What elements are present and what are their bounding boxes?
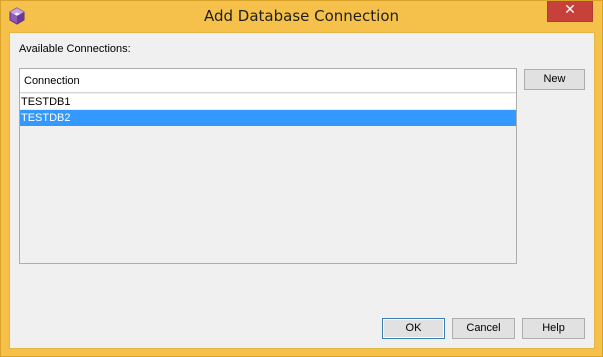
new-button[interactable]: New — [524, 69, 585, 90]
help-button[interactable]: Help — [522, 318, 585, 339]
connection-column-header: Connection — [24, 75, 80, 87]
cancel-button[interactable]: Cancel — [452, 318, 515, 339]
close-button[interactable]: ✕ — [547, 1, 593, 22]
title-bar[interactable]: Add Database Connection ✕ — [1, 1, 602, 32]
dialog-window: Add Database Connection ✕ Available Conn… — [0, 0, 603, 357]
list-body: TESTDB1 TESTDB2 — [20, 94, 516, 126]
connections-list[interactable]: Connection TESTDB1 TESTDB2 — [19, 68, 517, 264]
available-connections-label: Available Connections: — [19, 43, 131, 55]
dialog-content: Available Connections: Connection TESTDB… — [9, 32, 595, 349]
ok-button[interactable]: OK — [382, 318, 445, 339]
window-title: Add Database Connection — [203, 7, 400, 25]
list-header[interactable]: Connection — [20, 69, 516, 93]
list-item[interactable]: TESTDB1 — [20, 94, 516, 110]
list-item-selected[interactable]: TESTDB2 — [20, 110, 516, 126]
